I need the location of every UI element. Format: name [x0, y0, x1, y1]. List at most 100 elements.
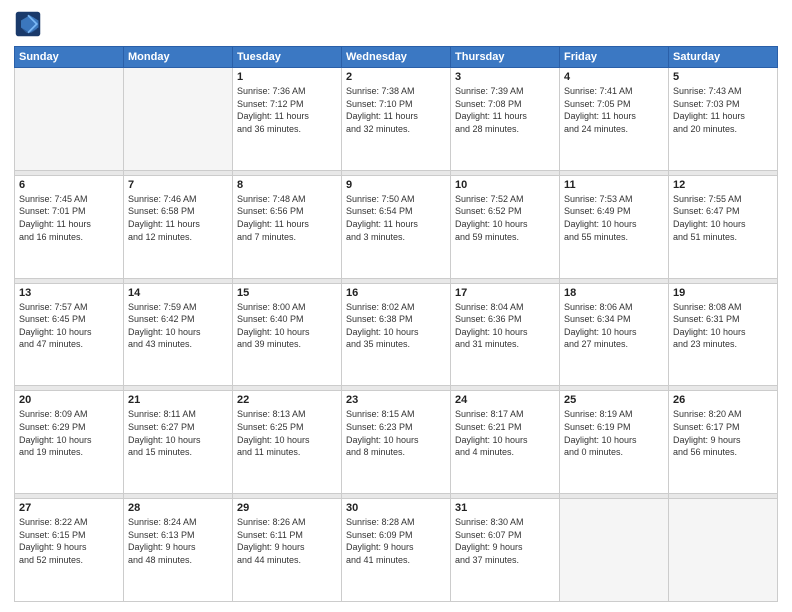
weekday-header-thursday: Thursday [451, 47, 560, 68]
calendar-cell: 5Sunrise: 7:43 AM Sunset: 7:03 PM Daylig… [669, 68, 778, 171]
day-number: 21 [128, 394, 228, 406]
calendar: SundayMondayTuesdayWednesdayThursdayFrid… [14, 46, 778, 602]
day-number: 2 [346, 71, 446, 83]
calendar-cell: 26 Sunrise: 8:20 AM Sunset: 6:17 PM Dayli… [669, 391, 778, 494]
weekday-header-wednesday: Wednesday [342, 47, 451, 68]
day-info: Sunrise: 7:38 AM Sunset: 7:10 PM Dayligh… [346, 85, 446, 135]
calendar-cell: 2 Sunrise: 7:38 AM Sunset: 7:10 PM Daylig… [342, 68, 451, 171]
day-info: Sunrise: 7:46 AM Sunset: 6:58 PM Dayligh… [128, 193, 228, 243]
calendar-cell: 22Sunrise: 8:13 AM Sunset: 6:25 PM Dayli… [233, 391, 342, 494]
calendar-cell [669, 499, 778, 602]
day-info: Sunrise: 7:43 AM Sunset: 7:03 PM Dayligh… [673, 85, 773, 135]
day-number: 17 [455, 287, 555, 299]
day-info: Sunrise: 7:48 AM Sunset: 6:56 PM Dayligh… [237, 193, 337, 243]
day-number: 22 [237, 394, 337, 406]
day-info: Sunrise: 8:09 AM Sunset: 6:29 PM Dayligh… [19, 408, 119, 458]
day-number: 10 [455, 179, 555, 191]
calendar-cell: 24 Sunrise: 8:17 AM Sunset: 6:21 PM Dayli… [451, 391, 560, 494]
calendar-cell: 30Sunrise: 8:28 AM Sunset: 6:09 PM Dayli… [342, 499, 451, 602]
calendar-cell: 27 Sunrise: 8:22 AM Sunset: 6:15 PM Dayli… [15, 499, 124, 602]
day-info: Sunrise: 8:11 AM Sunset: 6:27 PM Dayligh… [128, 408, 228, 458]
day-number: 4 [564, 71, 664, 83]
day-number: 9 [346, 179, 446, 191]
day-info: Sunrise: 8:17 AM Sunset: 6:21 PM Dayligh… [455, 408, 555, 458]
day-number: 30 [346, 502, 446, 514]
day-number: 29 [237, 502, 337, 514]
day-number: 23 [346, 394, 446, 406]
day-info: Sunrise: 7:50 AM Sunset: 6:54 PM Dayligh… [346, 193, 446, 243]
weekday-header-sunday: Sunday [15, 47, 124, 68]
day-number: 25 [564, 394, 664, 406]
calendar-cell: 17 Sunrise: 8:04 AM Sunset: 6:36 PM Dayli… [451, 283, 560, 386]
calendar-cell: 9 Sunrise: 7:50 AM Sunset: 6:54 PM Daylig… [342, 175, 451, 278]
weekday-header-tuesday: Tuesday [233, 47, 342, 68]
day-info: Sunrise: 7:55 AM Sunset: 6:47 PM Dayligh… [673, 193, 773, 243]
day-number: 13 [19, 287, 119, 299]
day-info: Sunrise: 8:30 AM Sunset: 6:07 PM Dayligh… [455, 516, 555, 566]
day-number: 19 [673, 287, 773, 299]
weekday-header-friday: Friday [560, 47, 669, 68]
day-info: Sunrise: 8:02 AM Sunset: 6:38 PM Dayligh… [346, 301, 446, 351]
day-number: 11 [564, 179, 664, 191]
calendar-cell: 4 Sunrise: 7:41 AM Sunset: 7:05 PM Daylig… [560, 68, 669, 171]
calendar-cell: 7 Sunrise: 7:46 AM Sunset: 6:58 PM Daylig… [124, 175, 233, 278]
calendar-cell: 3 Sunrise: 7:39 AM Sunset: 7:08 PM Daylig… [451, 68, 560, 171]
day-info: Sunrise: 7:57 AM Sunset: 6:45 PM Dayligh… [19, 301, 119, 351]
day-info: Sunrise: 8:19 AM Sunset: 6:19 PM Dayligh… [564, 408, 664, 458]
weekday-header-row: SundayMondayTuesdayWednesdayThursdayFrid… [15, 47, 778, 68]
day-number: 31 [455, 502, 555, 514]
day-number: 27 [19, 502, 119, 514]
day-info: Sunrise: 8:04 AM Sunset: 6:36 PM Dayligh… [455, 301, 555, 351]
day-number: 24 [455, 394, 555, 406]
day-number: 7 [128, 179, 228, 191]
week-row-2: 6 Sunrise: 7:45 AM Sunset: 7:01 PM Daylig… [15, 175, 778, 278]
day-info: Sunrise: 7:53 AM Sunset: 6:49 PM Dayligh… [564, 193, 664, 243]
calendar-cell: 13 Sunrise: 7:57 AM Sunset: 6:45 PM Dayli… [15, 283, 124, 386]
calendar-cell: 15Sunrise: 8:00 AM Sunset: 6:40 PM Dayli… [233, 283, 342, 386]
calendar-cell: 21 Sunrise: 8:11 AM Sunset: 6:27 PM Dayli… [124, 391, 233, 494]
day-number: 18 [564, 287, 664, 299]
week-row-4: 20 Sunrise: 8:09 AM Sunset: 6:29 PM Dayli… [15, 391, 778, 494]
day-info: Sunrise: 8:06 AM Sunset: 6:34 PM Dayligh… [564, 301, 664, 351]
calendar-cell: 31 Sunrise: 8:30 AM Sunset: 6:07 PM Dayli… [451, 499, 560, 602]
calendar-cell [560, 499, 669, 602]
calendar-cell [15, 68, 124, 171]
calendar-cell: 6 Sunrise: 7:45 AM Sunset: 7:01 PM Daylig… [15, 175, 124, 278]
calendar-cell: 16 Sunrise: 8:02 AM Sunset: 6:38 PM Dayli… [342, 283, 451, 386]
week-row-1: 1Sunrise: 7:36 AM Sunset: 7:12 PM Daylig… [15, 68, 778, 171]
day-number: 16 [346, 287, 446, 299]
weekday-header-monday: Monday [124, 47, 233, 68]
day-info: Sunrise: 7:45 AM Sunset: 7:01 PM Dayligh… [19, 193, 119, 243]
logo-icon [14, 10, 42, 38]
day-number: 6 [19, 179, 119, 191]
calendar-cell: 10 Sunrise: 7:52 AM Sunset: 6:52 PM Dayli… [451, 175, 560, 278]
day-number: 15 [237, 287, 337, 299]
calendar-cell: 12 Sunrise: 7:55 AM Sunset: 6:47 PM Dayli… [669, 175, 778, 278]
day-info: Sunrise: 8:20 AM Sunset: 6:17 PM Dayligh… [673, 408, 773, 458]
day-number: 20 [19, 394, 119, 406]
calendar-cell: 8 Sunrise: 7:48 AM Sunset: 6:56 PM Daylig… [233, 175, 342, 278]
day-number: 12 [673, 179, 773, 191]
day-info: Sunrise: 7:59 AM Sunset: 6:42 PM Dayligh… [128, 301, 228, 351]
calendar-cell: 14 Sunrise: 7:59 AM Sunset: 6:42 PM Dayli… [124, 283, 233, 386]
day-number: 26 [673, 394, 773, 406]
calendar-cell: 19 Sunrise: 8:08 AM Sunset: 6:31 PM Dayli… [669, 283, 778, 386]
day-number: 14 [128, 287, 228, 299]
calendar-cell: 1Sunrise: 7:36 AM Sunset: 7:12 PM Daylig… [233, 68, 342, 171]
day-info: Sunrise: 8:24 AM Sunset: 6:13 PM Dayligh… [128, 516, 228, 566]
calendar-cell [124, 68, 233, 171]
day-number: 8 [237, 179, 337, 191]
day-info: Sunrise: 8:22 AM Sunset: 6:15 PM Dayligh… [19, 516, 119, 566]
logo [14, 10, 46, 38]
calendar-cell: 25 Sunrise: 8:19 AM Sunset: 6:19 PM Dayli… [560, 391, 669, 494]
day-info: Sunrise: 8:08 AM Sunset: 6:31 PM Dayligh… [673, 301, 773, 351]
week-row-3: 13 Sunrise: 7:57 AM Sunset: 6:45 PM Dayli… [15, 283, 778, 386]
day-info: Sunrise: 7:52 AM Sunset: 6:52 PM Dayligh… [455, 193, 555, 243]
day-info: Sunrise: 7:41 AM Sunset: 7:05 PM Dayligh… [564, 85, 664, 135]
weekday-header-saturday: Saturday [669, 47, 778, 68]
day-number: 1 [237, 71, 337, 83]
day-info: Sunrise: 7:39 AM Sunset: 7:08 PM Dayligh… [455, 85, 555, 135]
day-info: Sunrise: 8:15 AM Sunset: 6:23 PM Dayligh… [346, 408, 446, 458]
day-info: Sunrise: 8:26 AM Sunset: 6:11 PM Dayligh… [237, 516, 337, 566]
day-number: 3 [455, 71, 555, 83]
